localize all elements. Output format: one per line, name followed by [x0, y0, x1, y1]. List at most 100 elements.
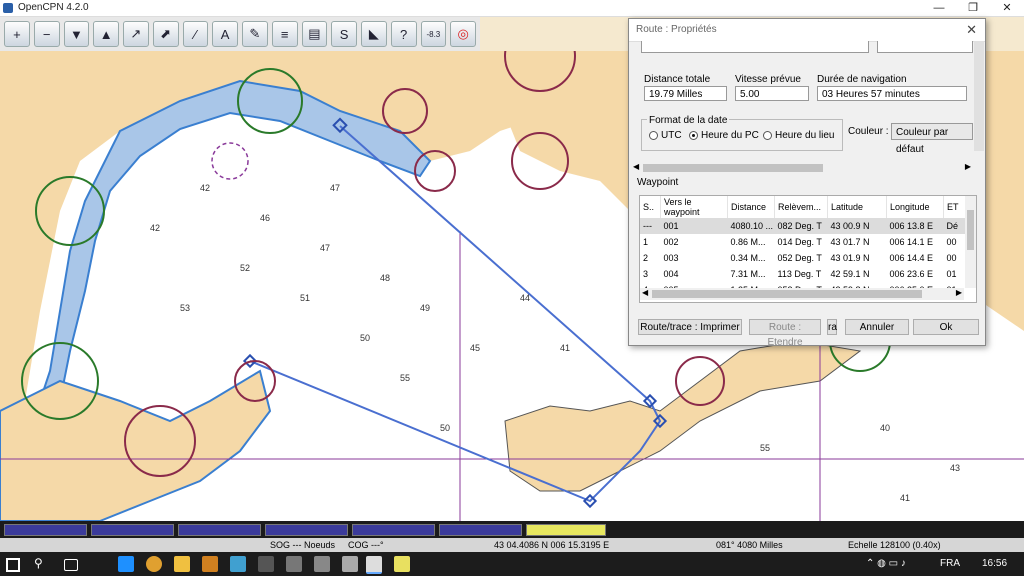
cell: 006 14.1 E [889, 237, 934, 247]
track-button[interactable]: ⬈ [152, 21, 179, 47]
speed-label: Vitesse prévue [735, 74, 801, 85]
task-view-icon[interactable] [64, 559, 78, 571]
notes-button[interactable]: ▤ [301, 21, 328, 47]
cell: 4080.10 ... [730, 221, 774, 231]
depth-icon: -8.3 [426, 29, 441, 39]
col-distance[interactable]: Distance [727, 196, 775, 218]
col-seq[interactable]: S.. [640, 196, 661, 218]
sounding: 55 [760, 443, 770, 453]
sounding: 48 [380, 273, 390, 283]
curve-button[interactable]: S [331, 21, 357, 47]
north-arrow-icon: ▲ [99, 26, 113, 42]
chart-selector-3[interactable] [178, 524, 261, 536]
app-icon-4[interactable] [314, 556, 330, 572]
zoom-in-button[interactable]: + [4, 21, 30, 47]
depth-button[interactable]: -8.3 [420, 21, 447, 47]
cell: 1 [643, 237, 649, 247]
scroll-right-icon[interactable]: ▶ [965, 162, 971, 171]
tide-button[interactable]: ◣ [361, 21, 387, 47]
input-language[interactable]: FRA [940, 558, 960, 569]
folder-icon[interactable] [174, 556, 190, 572]
scroll-right-icon[interactable]: ▶ [956, 288, 962, 297]
color-select[interactable]: Couleur par défaut [891, 123, 973, 155]
north-up-button[interactable]: ▲ [93, 21, 119, 47]
scroll-left-icon[interactable]: ◀ [642, 288, 648, 297]
waypoint-horizontal-scrollbar[interactable]: ◀ ▶ [640, 288, 964, 300]
cell: 113 Deg. T [777, 269, 822, 279]
media-icon[interactable] [202, 556, 218, 572]
radio-local-time[interactable]: Heure du lieu [763, 130, 834, 141]
search-icon[interactable]: ⚲ [34, 556, 50, 572]
sounding: 47 [320, 243, 330, 253]
radio-utc[interactable]: UTC [649, 130, 682, 141]
route-to-field[interactable] [877, 41, 973, 53]
col-to-waypoint[interactable]: Vers le waypoint [660, 196, 728, 218]
main-toolbar: + − ▼ ▲ ↗ ⬈ ∕ A ✎ ≡ ▤ S ◣ ? -8.3 ◎ [0, 17, 480, 51]
zoom-out-button[interactable]: − [33, 21, 60, 47]
scroll-thumb[interactable] [967, 210, 974, 250]
man-overboard-button[interactable]: ◎ [450, 21, 476, 47]
top-horizontal-scrollbar[interactable]: ◀ ▶ [631, 162, 973, 174]
scroll-left-icon[interactable]: ◀ [633, 162, 639, 171]
chart-selector-active[interactable] [526, 524, 606, 536]
dialog-titlebar: Route : Propriétés ✕ [629, 19, 985, 42]
distance-label: Distance totale [644, 74, 711, 85]
text-button[interactable]: A [212, 21, 238, 47]
chrome-icon[interactable] [146, 556, 162, 572]
chart-selector-1[interactable] [4, 524, 87, 536]
quilt-button[interactable]: ▼ [63, 21, 90, 47]
route-manager-button[interactable]: ≡ [271, 21, 298, 47]
duration-field[interactable]: 03 Heures 57 minutes [817, 86, 967, 101]
measure-icon: ∕ [194, 26, 197, 42]
app-icon-6[interactable] [394, 556, 410, 572]
scroll-thumb[interactable] [652, 290, 922, 298]
table-row[interactable]: --- 001 4080.10 ... 082 Deg. T 43 00.9 N 006 … [640, 218, 969, 234]
close-window-button[interactable]: ✕ [990, 0, 1024, 16]
cell: 002 [663, 237, 679, 247]
app-icon[interactable] [230, 556, 246, 572]
table-row[interactable]: 1 002 0.86 M... 014 Deg. T 43 01.7 N 006 14.1… [640, 234, 969, 250]
route-name-field[interactable] [641, 41, 869, 53]
window-title: OpenCPN 4.2.0 [18, 2, 89, 13]
table-row[interactable]: 3 004 7.31 M... 113 Deg. T 42 59.1 N 006 23.6… [640, 266, 969, 282]
tide-icon: ◣ [368, 26, 379, 41]
radio-dot [763, 131, 772, 140]
chart-selector-6[interactable] [439, 524, 522, 536]
opencpn-taskbar-icon[interactable] [366, 556, 382, 574]
chart-selector-5[interactable] [352, 524, 435, 536]
minimize-button[interactable]: — [922, 0, 956, 16]
col-latitude[interactable]: Latitude [827, 196, 887, 218]
distance-field[interactable]: 19.79 Milles [644, 86, 727, 101]
measure-button[interactable]: ∕ [182, 21, 209, 47]
cancel-button[interactable]: Annuler [845, 319, 909, 335]
start-icon[interactable] [6, 558, 20, 572]
col-longitude[interactable]: Longitude [886, 196, 944, 218]
app-icon-3[interactable] [286, 556, 302, 572]
window-controls: — ❐ ✕ [922, 0, 1024, 16]
app-icon-5[interactable] [342, 556, 358, 572]
edge-icon[interactable] [118, 556, 134, 572]
dialog-vertical-scrollbar[interactable] [974, 41, 984, 151]
maximize-button[interactable]: ❐ [956, 0, 990, 16]
speed-field[interactable]: 5.00 [735, 86, 809, 101]
ok-button[interactable]: Ok [913, 319, 979, 335]
waypoint-vertical-scrollbar[interactable] [965, 196, 976, 288]
app-icon-2[interactable] [258, 556, 274, 572]
col-bearing[interactable]: Relèvem... [774, 196, 828, 218]
text-icon: A [220, 26, 230, 42]
dialog-title: Route : Propriétés [636, 24, 717, 35]
partial-button[interactable]: ra [827, 319, 837, 335]
help-button[interactable]: ? [390, 21, 417, 47]
bearing-distance: 081° 4080 Milles [716, 540, 783, 550]
chart-selector-4[interactable] [265, 524, 348, 536]
radio-pc-time[interactable]: Heure du PC [689, 130, 759, 141]
table-row[interactable]: 2 003 0.34 M... 052 Deg. T 43 01.9 N 006 14.4… [640, 250, 969, 266]
extend-route-button[interactable]: Route : Etendre [749, 319, 821, 348]
scroll-thumb[interactable] [643, 164, 823, 172]
chart-selector-2[interactable] [91, 524, 174, 536]
print-route-button[interactable]: Route/trace : Imprimer [638, 319, 742, 335]
dialog-close-icon[interactable]: ✕ [966, 22, 977, 38]
annotate-button[interactable]: ✎ [242, 21, 268, 47]
create-route-button[interactable]: ↗ [123, 21, 149, 47]
clock[interactable]: 16:56 [982, 558, 1007, 569]
